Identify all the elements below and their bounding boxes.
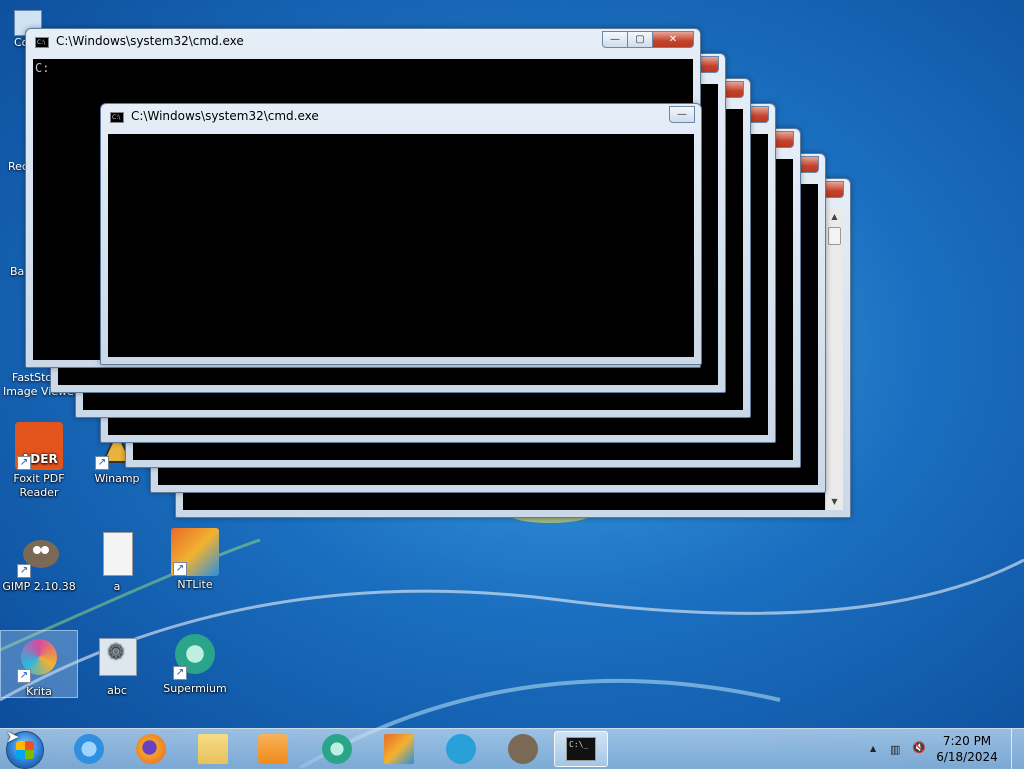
backup-icon-partial[interactable]: Ba (10, 265, 24, 278)
gimp-icon (508, 734, 538, 764)
desktop-icon-gimp[interactable]: ↗ GIMP 2.10.38 (0, 530, 78, 594)
gimp-icon: ↗ (15, 530, 63, 578)
window-title: C:\Windows\system32\cmd.exe (56, 34, 244, 48)
console-area[interactable] (108, 134, 694, 357)
network-icon[interactable]: ▥ (890, 743, 900, 756)
shortcut-arrow-icon: ↗ (17, 669, 31, 683)
cmd-icon: C:\ (110, 112, 124, 123)
taskbar-file-explorer[interactable] (186, 731, 240, 767)
cmd-icon: C:\_ (566, 737, 596, 761)
desktop-icon-foxit[interactable]: ADER ↗ Foxit PDF Reader (0, 422, 78, 500)
mouse-cursor-icon: ➤ (6, 727, 20, 746)
gear-icon: ⚙ (107, 639, 125, 663)
internet-explorer-icon (74, 734, 104, 764)
telegram-icon (446, 734, 476, 764)
desktop-icon-label: abc (107, 684, 127, 697)
maximize-button[interactable]: ▢ (627, 31, 653, 48)
desktop-icon-label: Foxit PDF Reader (13, 472, 65, 499)
taskbar-firefox[interactable] (124, 731, 178, 767)
foxit-icon: ADER ↗ (15, 422, 63, 470)
taskbar-ntlite[interactable] (372, 731, 426, 767)
clock-time: 7:20 PM (942, 734, 992, 748)
file-explorer-icon (198, 734, 228, 764)
desktop-icon-label: NTLite (177, 578, 213, 591)
cmd-window-front[interactable]: C:\ C:\Windows\system32\cmd.exe — (100, 103, 702, 365)
volume-muted-icon[interactable]: 🔇 (912, 741, 926, 754)
shortcut-arrow-icon: ↗ (173, 666, 187, 680)
desktop-icon-label: GIMP 2.10.38 (2, 580, 76, 593)
desktop-icon-abc[interactable]: ⚙ abc (78, 634, 156, 698)
close-button[interactable]: ✕ (652, 31, 694, 48)
show-hidden-icons-arrow[interactable]: ▲ (870, 744, 876, 753)
desktop-icon-label: Krita (26, 685, 52, 698)
krita-icon: ↗ (15, 635, 63, 683)
clock-date: 6/18/2024 (936, 750, 998, 764)
console-prompt: C: (35, 61, 50, 75)
desktop-icon-a[interactable]: a (78, 530, 156, 594)
minimize-button[interactable]: — (602, 31, 628, 48)
desktop-icon-ntlite[interactable]: ↗ NTLite (156, 528, 234, 592)
system-clock[interactable]: 7:20 PM 6/18/2024 (932, 733, 1002, 765)
shortcut-arrow-icon: ↗ (17, 564, 31, 578)
ntlite-icon (384, 734, 414, 764)
taskbar-gimp[interactable] (496, 731, 550, 767)
ntlite-icon: ↗ (171, 528, 219, 576)
taskbar-telegram[interactable] (434, 731, 488, 767)
desktop-icon-krita[interactable]: ↗ Krita (0, 630, 78, 698)
desktop-icon-supermium[interactable]: ↗ Supermium (156, 632, 234, 696)
window-controls: — (669, 106, 695, 124)
desktop-icon-label: Winamp (94, 472, 140, 485)
partial-label-ba: Ba (10, 265, 25, 278)
scrollbar-thumb[interactable] (828, 227, 841, 245)
taskbar-supermium[interactable] (310, 731, 364, 767)
window-controls: — ▢ ✕ (602, 31, 694, 49)
shortcut-arrow-icon: ↗ (17, 456, 31, 470)
supermium-icon: ↗ (171, 632, 219, 680)
text-file-icon (93, 530, 141, 578)
taskbar: C:\_ ▲ ▥ 🔇 7:20 PM 6/18/2024 (0, 728, 1024, 769)
supermium-icon (322, 734, 352, 764)
taskbar-media-player[interactable] (246, 731, 300, 767)
title-bar[interactable]: C:\ C:\Windows\system32\cmd.exe — ▢ ✕ (26, 29, 700, 55)
desktop-icon-label: a (113, 580, 121, 593)
scroll-down-arrow-icon[interactable]: ▼ (826, 494, 843, 510)
scroll-up-arrow-icon[interactable]: ▲ (826, 209, 843, 225)
minimize-button[interactable]: — (669, 106, 695, 123)
window-title: C:\Windows\system32\cmd.exe (131, 109, 319, 123)
show-desktop-button[interactable] (1011, 729, 1024, 769)
media-player-icon (258, 734, 288, 764)
firefox-icon (136, 734, 166, 764)
title-bar[interactable]: C:\ C:\Windows\system32\cmd.exe — (101, 104, 701, 130)
taskbar-internet-explorer[interactable] (62, 731, 116, 767)
shortcut-arrow-icon: ↗ (173, 562, 187, 576)
desktop-icon-label: Supermium (163, 682, 227, 695)
settings-file-icon: ⚙ (93, 634, 141, 682)
vertical-scrollbar[interactable]: ▲ ▼ (825, 209, 843, 510)
cmd-icon: C:\ (35, 37, 49, 48)
shortcut-arrow-icon: ↗ (95, 456, 109, 470)
taskbar-cmd[interactable]: C:\_ (554, 731, 608, 767)
